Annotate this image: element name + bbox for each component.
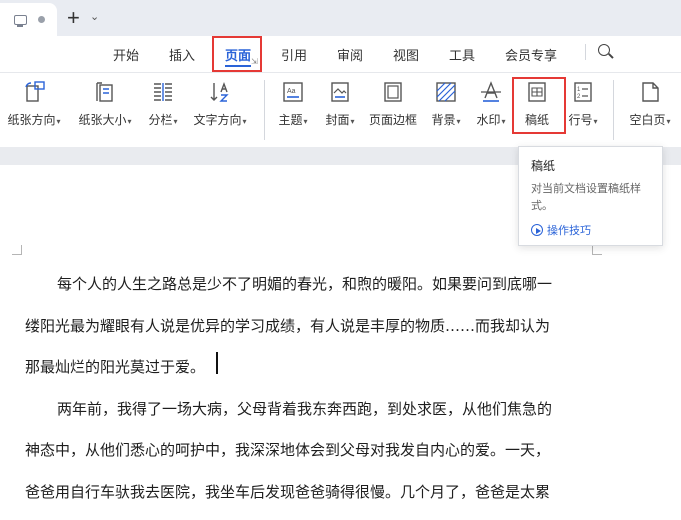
- tab-member[interactable]: 会员专享: [505, 45, 557, 64]
- tab-start[interactable]: 开始: [113, 45, 139, 64]
- theme-button[interactable]: Aa 主题▾: [273, 80, 313, 128]
- paper-size-button[interactable]: 纸张大小▾: [74, 80, 136, 128]
- tips-link-label: 操作技巧: [547, 225, 591, 237]
- chevron-down-icon[interactable]: ⌄: [90, 10, 99, 23]
- theme-icon: Aa: [281, 80, 305, 104]
- paper-orientation-icon: [22, 80, 46, 104]
- paper-orientation-label: 纸张方向: [7, 113, 56, 127]
- margin-corner-marker: [12, 245, 22, 255]
- watermark-icon: [479, 80, 503, 104]
- paragraph-line: 缕阳光最为耀眼有人说是优异的学习成绩，有人说是丰厚的物质……而我却认为: [25, 317, 551, 335]
- title-bar: + ⌄: [0, 0, 681, 36]
- manuscript-tooltip: 稿纸 对当前文档设置稿纸样式。 操作技巧: [518, 146, 663, 246]
- page-border-label: 页面边框: [368, 113, 417, 127]
- tab-tools[interactable]: 工具: [449, 45, 475, 64]
- paper-size-label: 纸张大小: [78, 113, 127, 127]
- background-button[interactable]: 背景▾: [425, 80, 467, 128]
- watermark-button[interactable]: 水印▾: [470, 80, 512, 128]
- tab-insert[interactable]: 插入: [169, 45, 195, 64]
- line-number-icon: 12: [571, 80, 595, 104]
- highlight-page-tab: [212, 36, 262, 72]
- text-direction-icon: [208, 80, 232, 104]
- paragraph-line: 爸爸用自行车驮我去医院，我坐车后发现爸爸骑得很慢。几个月了，爸爸是太累: [25, 483, 551, 501]
- divider: [613, 80, 614, 140]
- svg-text:Aa: Aa: [287, 88, 296, 95]
- blank-page-button[interactable]: 空白页▾: [624, 80, 676, 128]
- tips-link[interactable]: 操作技巧: [531, 222, 591, 238]
- svg-text:1: 1: [577, 87, 581, 93]
- tab-references[interactable]: 引用: [281, 45, 307, 64]
- window-tab[interactable]: [0, 3, 57, 36]
- cover-button[interactable]: 封面▾: [320, 80, 360, 128]
- text-cursor: [216, 352, 218, 374]
- divider: [264, 80, 265, 140]
- line-number-label: 行号: [568, 113, 593, 127]
- columns-label: 分栏: [148, 113, 173, 127]
- page-border-icon: [381, 80, 405, 104]
- tab-status-dot-icon: [38, 16, 45, 23]
- svg-text:2: 2: [577, 94, 581, 100]
- paragraph-line: 那最灿烂的阳光莫过于爱。: [25, 358, 206, 376]
- new-tab-plus-icon[interactable]: +: [67, 7, 80, 29]
- dialog-launcher-icon[interactable]: ⇲: [251, 57, 258, 66]
- text-direction-button[interactable]: 文字方向▾: [190, 80, 250, 128]
- blank-page-label: 空白页: [629, 113, 666, 127]
- page-border-button[interactable]: 页面边框: [365, 80, 421, 128]
- search-icon[interactable]: [598, 44, 610, 56]
- columns-button[interactable]: 分栏▾: [143, 80, 183, 128]
- highlight-manuscript-button: [512, 77, 566, 134]
- divider: [585, 44, 586, 60]
- tab-view[interactable]: 视图: [393, 45, 419, 64]
- theme-label: 主题: [278, 113, 303, 127]
- paragraph-line: 每个人的人生之路总是少不了明媚的春光，和煦的暖阳。如果要问到底哪一: [57, 275, 553, 293]
- paper-orientation-button[interactable]: 纸张方向▾: [4, 80, 64, 128]
- paragraph-line: 神态中，从他们悉心的呵护中，我深深地体会到父母对我发自内心的爱。一天，: [25, 441, 551, 459]
- watermark-label: 水印: [476, 113, 501, 127]
- paper-size-icon: [93, 80, 117, 104]
- margin-corner-marker: [592, 245, 602, 255]
- cover-icon: [328, 80, 352, 104]
- tab-review[interactable]: 审阅: [337, 45, 363, 64]
- blank-page-icon: [638, 80, 662, 104]
- tooltip-description: 对当前文档设置稿纸样式。: [531, 183, 641, 212]
- line-number-button[interactable]: 12 行号▾: [563, 80, 603, 128]
- tooltip-title: 稿纸: [531, 159, 556, 173]
- background-icon: [434, 80, 458, 104]
- cover-label: 封面: [325, 113, 350, 127]
- paragraph-line: 两年前，我得了一场大病，父母背着我东奔西跑，到处求医，从他们焦急的: [57, 400, 553, 418]
- text-direction-label: 文字方向: [193, 113, 242, 127]
- monitor-icon: [14, 15, 27, 27]
- background-label: 背景: [431, 113, 456, 127]
- play-icon: [531, 224, 543, 236]
- columns-icon: [151, 80, 175, 104]
